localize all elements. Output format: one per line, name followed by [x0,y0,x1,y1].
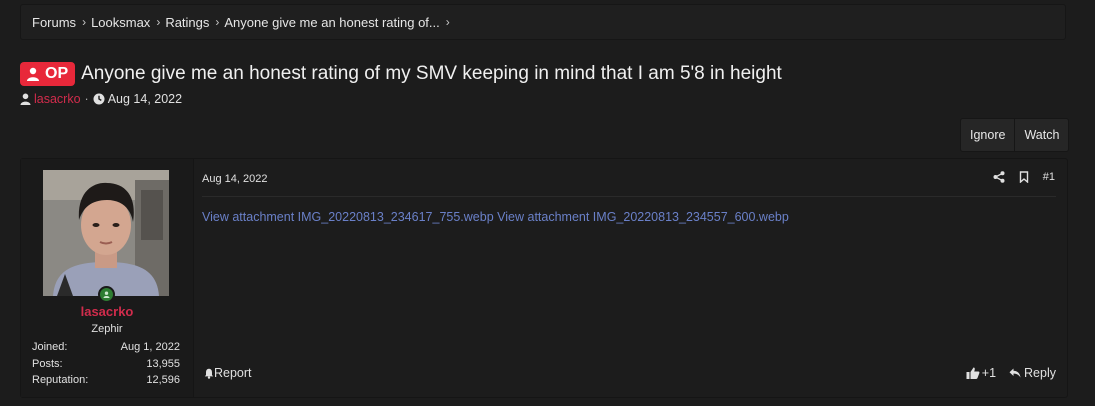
op-badge: OP [20,62,76,86]
avatar-image [43,170,169,296]
breadcrumb-forums[interactable]: Forums [32,15,76,30]
breadcrumb-thread[interactable]: Anyone give me an honest rating of... [224,15,439,30]
post-username[interactable]: lasacrko [21,304,193,319]
post-date[interactable]: Aug 14, 2022 [202,173,267,185]
stat-value: Aug 1, 2022 [120,341,180,353]
like-count: +1 [981,366,997,380]
page-title: Anyone give me an honest rating of my SM… [81,63,782,84]
breadcrumb: Forums › Looksmax › Ratings › Anyone giv… [20,4,1066,40]
attachment-link[interactable]: View attachment IMG_20220813_234557_600.… [497,210,789,224]
user-title: Zephir [91,323,123,335]
post-footer-actions: +1 Reply [966,366,1056,380]
watch-button[interactable]: Watch [1014,119,1069,151]
post-number[interactable]: #1 [1043,171,1055,183]
chevron-right-icon: › [156,15,161,29]
thread-header: OP Anyone give me an honest rating of my… [20,62,782,86]
stat-joined: Joined: Aug 1, 2022 [32,341,180,358]
stat-reputation: Reputation: 12,596 [32,374,180,391]
meta-separator: · [84,92,89,106]
user-icon [27,67,39,81]
divider [202,196,1056,197]
op-badge-label: OP [45,65,69,82]
avatar[interactable] [43,170,169,296]
thread-actions: Ignore Watch [960,118,1070,152]
user-stats: Joined: Aug 1, 2022 Posts: 13,955 Reputa… [32,341,180,391]
bell-icon [204,368,214,379]
stat-value: 12,596 [146,374,180,386]
reply-icon [1009,368,1021,378]
share-icon[interactable] [993,171,1005,183]
breadcrumb-looksmax[interactable]: Looksmax [91,15,150,30]
post: lasacrko Zephir Joined: Aug 1, 2022 Post… [20,158,1068,398]
bookmark-icon[interactable] [1019,171,1029,183]
reply-label: Reply [1024,366,1056,380]
stat-label: Reputation: [32,374,89,386]
chevron-right-icon: › [445,15,450,29]
user-icon [20,93,31,105]
post-content: Aug 14, 2022 #1 View attachment IMG_2022… [202,159,1067,397]
reply-button[interactable]: Reply [1009,366,1056,380]
stat-posts: Posts: 13,955 [32,358,180,375]
online-status-icon [98,286,115,303]
attachment-link[interactable]: View attachment IMG_20220813_234617_755.… [202,210,494,224]
chevron-right-icon: › [215,15,220,29]
thumbs-up-icon [966,367,980,379]
post-user-panel: lasacrko Zephir Joined: Aug 1, 2022 Post… [21,159,194,397]
thread-meta: lasacrko · Aug 14, 2022 [20,92,182,106]
breadcrumb-ratings[interactable]: Ratings [165,15,209,30]
thread-date: Aug 14, 2022 [107,92,183,106]
ignore-button[interactable]: Ignore [961,119,1015,151]
like-button[interactable]: +1 [966,366,996,380]
stat-value: 13,955 [146,357,180,370]
chevron-right-icon: › [82,15,87,29]
clock-icon [93,93,105,105]
report-label: Report [214,366,252,380]
stat-label: Posts: [32,357,63,370]
post-body: View attachment IMG_20220813_234617_755.… [202,210,789,224]
report-button[interactable]: Report [204,366,252,380]
post-actions: #1 [979,171,1055,183]
stat-label: Joined: [32,341,68,353]
thread-author-link[interactable]: lasacrko [34,92,81,106]
